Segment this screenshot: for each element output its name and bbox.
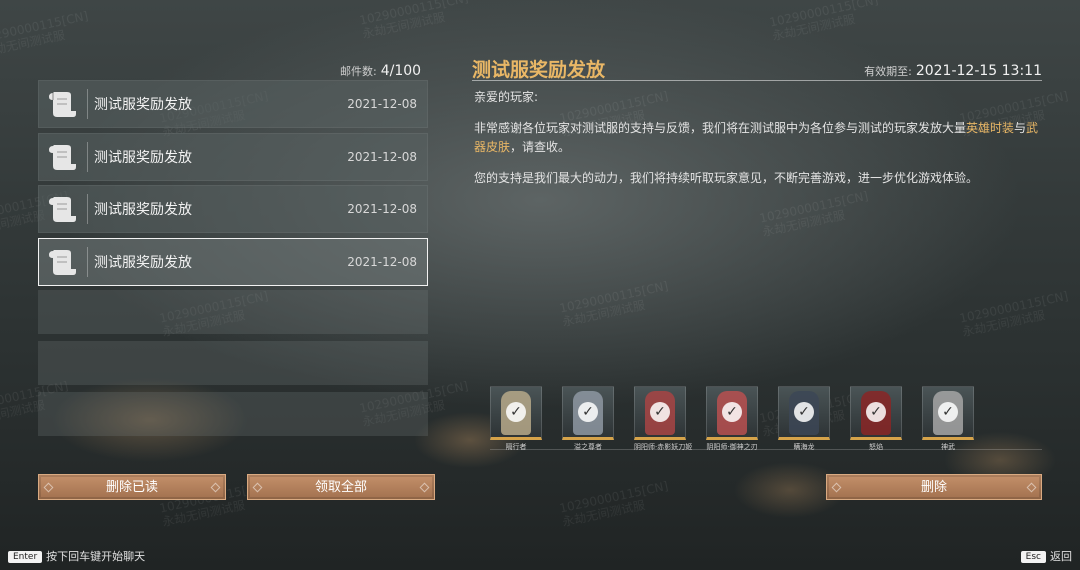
mail-count-value: 4/100 <box>380 63 422 79</box>
empty-mail-slot <box>38 392 428 436</box>
delete-read-button[interactable]: 删除已读 <box>38 474 226 500</box>
reward-list: ✓ 隔行者 ✓ 溢之尊者 ✓ 阴阳师·赤影妖刀姬 ✓ 阴阳师·御神之刃 ✓ 瞒海… <box>490 386 974 452</box>
claimed-check-icon: ✓ <box>506 402 526 422</box>
reward-name: 隔行者 <box>505 443 527 451</box>
divider <box>87 194 88 224</box>
mail-item[interactable]: 测试服奖励发放 2021-12-08 <box>38 132 428 181</box>
claimed-check-icon: ✓ <box>722 402 742 422</box>
divider <box>87 141 88 172</box>
mail-title: 测试服奖励发放 <box>94 97 192 113</box>
reward-name: 溢之尊者 <box>574 443 602 451</box>
scroll-icon <box>43 138 81 176</box>
reward-item[interactable]: ✓ 隔行者 <box>490 386 542 452</box>
mail-date: 2021-12-08 <box>347 254 417 269</box>
reward-slot: ✓ <box>778 386 830 440</box>
back-hint[interactable]: Esc 返回 <box>1020 548 1072 564</box>
empty-mail-slot <box>38 290 428 334</box>
mail-item[interactable]: 测试服奖励发放 2021-12-08 <box>38 185 428 233</box>
mail-list: 测试服奖励发放 2021-12-08 测试服奖励发放 2021-12-08 测试… <box>38 80 428 443</box>
scroll-icon <box>43 190 81 228</box>
greeting: 亲爱的玩家: <box>474 90 539 104</box>
mail-date: 2021-12-08 <box>347 97 417 111</box>
highlight-hero-skins: 英雄时装 <box>966 121 1015 135</box>
expiry-label: 有效期至: <box>864 65 912 78</box>
delete-button[interactable]: 删除 <box>826 474 1042 500</box>
mail-body: 亲爱的玩家: 非常感谢各位玩家对测试服的支持与反馈，我们将在测试服中为各位参与测… <box>474 88 1044 200</box>
reward-item[interactable]: ✓ 怒焰 <box>850 386 902 452</box>
reward-slot: ✓ <box>922 386 974 440</box>
mail-subject: 测试服奖励发放 <box>472 59 606 81</box>
reward-name: 怒焰 <box>869 443 883 451</box>
chat-hint-label: 按下回车键开始聊天 <box>46 550 146 563</box>
reward-item[interactable]: ✓ 阴阳师·御神之刃 <box>706 386 758 452</box>
divider <box>87 89 88 119</box>
expiry-date: 有效期至: 2021-12-15 13:11 <box>864 63 1042 79</box>
body-paragraph-1: 非常感谢各位玩家对测试服的支持与反馈，我们将在测试服中为各位参与测试的玩家发放大… <box>474 121 1039 154</box>
reward-item[interactable]: ✓ 阴阳师·赤影妖刀姬 <box>634 386 693 452</box>
esc-key-badge: Esc <box>1020 551 1046 563</box>
enter-key-badge: Enter <box>8 551 43 563</box>
reward-name: 瞒海龙 <box>793 443 815 451</box>
expiry-value: 2021-12-15 13:11 <box>915 63 1042 79</box>
reward-slot: ✓ <box>490 386 542 440</box>
back-hint-label: 返回 <box>1050 550 1072 563</box>
chat-hint[interactable]: Enter 按下回车键开始聊天 <box>8 548 145 564</box>
reward-name: 阴阳师·御神之刃 <box>706 443 758 451</box>
mail-count-label: 邮件数: <box>340 65 377 78</box>
reward-slot: ✓ <box>562 386 614 440</box>
mail-title: 测试服奖励发放 <box>94 202 192 218</box>
claimed-check-icon: ✓ <box>650 402 670 422</box>
mail-item[interactable]: 测试服奖励发放 2021-12-08 <box>38 80 428 128</box>
claimed-check-icon: ✓ <box>794 402 814 422</box>
mail-title: 测试服奖励发放 <box>94 149 192 166</box>
reward-item[interactable]: ✓ 溢之尊者 <box>562 386 614 452</box>
reward-slot: ✓ <box>634 386 686 440</box>
mail-count: 邮件数: 4/100 <box>340 63 421 79</box>
empty-mail-slot <box>38 341 428 385</box>
divider <box>87 246 88 277</box>
reward-slot: ✓ <box>850 386 902 440</box>
scroll-icon <box>43 85 81 123</box>
reward-item[interactable]: ✓ 瞒海龙 <box>778 386 830 452</box>
mail-item-selected[interactable]: 测试服奖励发放 2021-12-08 <box>38 237 428 286</box>
mail-date: 2021-12-08 <box>347 202 417 216</box>
claimed-check-icon: ✓ <box>578 402 598 422</box>
mail-title: 测试服奖励发放 <box>94 254 192 271</box>
mail-date: 2021-12-08 <box>347 149 417 164</box>
reward-name: 神武 <box>941 443 955 451</box>
claim-all-button[interactable]: 领取全部 <box>247 474 435 500</box>
reward-slot: ✓ <box>706 386 758 440</box>
reward-name: 阴阳师·赤影妖刀姬 <box>634 443 693 451</box>
reward-divider <box>490 449 1042 450</box>
reward-item[interactable]: ✓ 神武 <box>922 386 974 452</box>
claimed-check-icon: ✓ <box>938 402 958 422</box>
body-paragraph-2: 您的支持是我们最大的动力，我们将持续听取玩家意见，不断完善游戏，进一步优化游戏体… <box>474 171 979 185</box>
claimed-check-icon: ✓ <box>866 402 886 422</box>
scroll-icon <box>43 243 81 281</box>
header-divider <box>472 80 1042 81</box>
